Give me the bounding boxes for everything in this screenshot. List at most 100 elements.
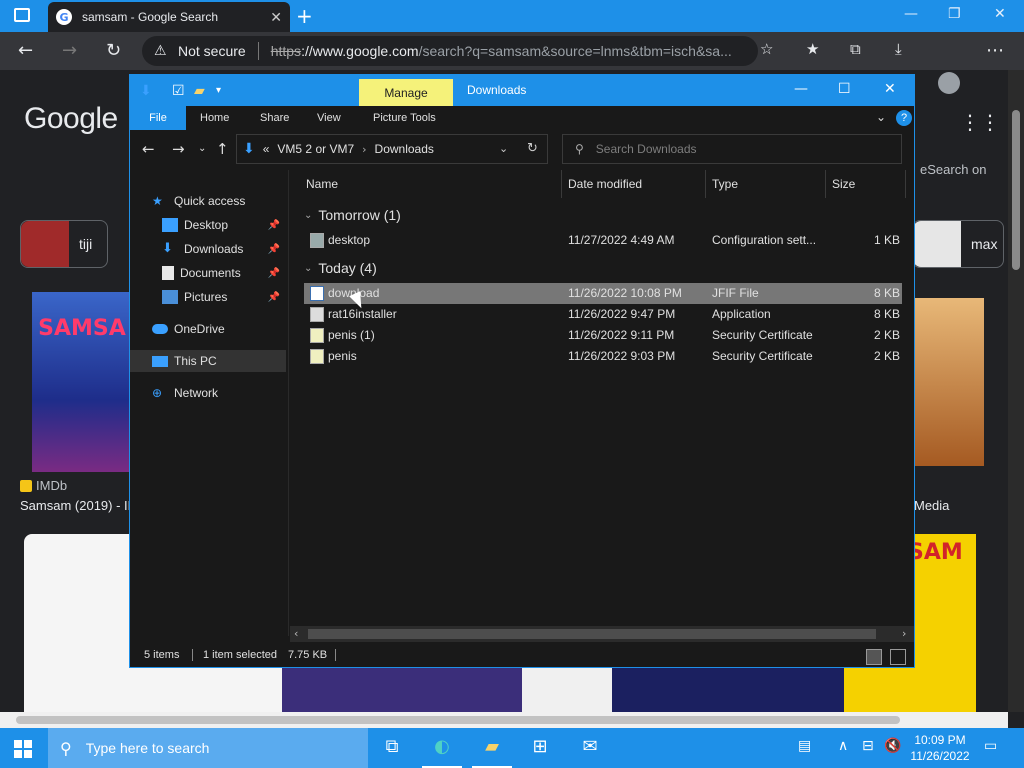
recent-locations-icon[interactable]: ⌄ xyxy=(198,143,206,154)
taskbar-search-input[interactable]: ⚲ Type here to search xyxy=(48,728,368,768)
file-row[interactable]: desktop 11/27/2022 4:49 AM Configuration… xyxy=(304,230,902,251)
scroll-thumb[interactable] xyxy=(308,629,876,639)
result-caption[interactable]: Media xyxy=(914,498,949,513)
add-favorite-icon[interactable]: ☆ xyxy=(760,40,773,58)
breadcrumb-item[interactable]: VM5 2 or VM7 xyxy=(277,142,354,156)
notifications-icon[interactable]: ▭ xyxy=(984,738,997,754)
up-icon[interactable]: ↑ xyxy=(216,140,229,158)
show-hidden-icons-icon[interactable]: ∧ xyxy=(838,738,848,754)
new-folder-icon[interactable]: ▰ xyxy=(194,83,205,99)
explorer-title-bar[interactable]: ⬇ ☑ ▰ ▾ Manage Downloads — ☐ ✕ xyxy=(130,75,914,107)
store-icon[interactable]: ⊞ xyxy=(528,736,552,760)
nav-item-this-pc[interactable]: This PC xyxy=(130,350,286,372)
properties-icon[interactable]: ☑ xyxy=(172,83,185,99)
file-row[interactable]: penis 11/26/2022 9:03 PM Security Certif… xyxy=(304,346,902,367)
file-row[interactable]: download 11/26/2022 10:08 PM JFIF File 8… xyxy=(304,283,902,304)
nav-item-onedrive[interactable]: OneDrive xyxy=(130,318,286,340)
column-header-size[interactable]: Size xyxy=(826,170,906,198)
nav-item-documents[interactable]: Documents 📌 xyxy=(130,262,286,284)
quick-access-toolbar-icon[interactable]: ⬇ xyxy=(140,83,152,99)
safesearch-toggle[interactable]: eSearch on xyxy=(920,162,987,177)
help-icon[interactable]: ? xyxy=(896,110,912,126)
new-tab-button[interactable]: + xyxy=(296,4,313,28)
manage-tab[interactable]: Manage xyxy=(359,79,453,107)
breadcrumb-chevron-icon[interactable]: › xyxy=(362,143,366,156)
back-icon[interactable]: ← xyxy=(18,40,33,61)
news-widget-icon[interactable]: ▤ xyxy=(798,738,811,754)
scroll-thumb[interactable] xyxy=(1012,110,1020,270)
file-list-horizontal-scrollbar[interactable]: ‹ › xyxy=(290,626,914,642)
customize-toolbar-icon[interactable]: ▾ xyxy=(216,85,221,96)
close-tab-icon[interactable]: ✕ xyxy=(270,9,282,26)
edge-browser-icon[interactable]: ◐ xyxy=(430,736,454,760)
pane-divider[interactable] xyxy=(288,170,289,636)
forward-icon[interactable]: → xyxy=(62,40,77,61)
result-image[interactable]: SAMSA xyxy=(32,292,132,472)
result-image[interactable] xyxy=(522,666,612,714)
column-header-name[interactable]: Name xyxy=(290,170,562,198)
nav-item-pictures[interactable]: Pictures 📌 xyxy=(130,286,286,308)
result-caption[interactable]: Samsam (2019) - IM xyxy=(20,498,138,513)
page-horizontal-scrollbar[interactable] xyxy=(0,712,1008,728)
refresh-icon[interactable]: ↻ xyxy=(527,141,538,156)
address-dropdown-icon[interactable]: ⌄ xyxy=(499,142,508,155)
address-bar[interactable]: ⚠ Not secure https://www.google.com/sear… xyxy=(142,36,758,66)
file-explorer-icon[interactable]: ▰ xyxy=(480,736,504,760)
clock-date: 11/26/2022 xyxy=(910,749,970,763)
nav-item-network[interactable]: ⊕ Network xyxy=(130,382,286,404)
tab-picture-tools[interactable]: Picture Tools xyxy=(373,106,436,130)
details-view-icon[interactable] xyxy=(866,649,882,665)
tab-file[interactable]: File xyxy=(130,106,186,130)
group-header-tomorrow[interactable]: ⌄ Tomorrow (1) xyxy=(296,204,401,226)
large-icons-view-icon[interactable] xyxy=(890,649,906,665)
result-image[interactable] xyxy=(912,298,984,466)
close-window-icon[interactable]: ✕ xyxy=(994,6,1006,22)
tab-home[interactable]: Home xyxy=(200,106,229,130)
tab-view[interactable]: View xyxy=(317,106,341,130)
profile-avatar[interactable] xyxy=(938,72,960,94)
scroll-left-icon[interactable]: ‹ xyxy=(294,627,298,640)
tab-actions-icon[interactable] xyxy=(14,8,30,22)
system-clock[interactable]: 10:09 PM 11/26/2022 xyxy=(904,732,976,764)
google-logo[interactable]: Google xyxy=(24,102,118,136)
group-header-today[interactable]: ⌄ Today (4) xyxy=(296,257,377,279)
result-image[interactable] xyxy=(282,666,522,714)
favorites-icon[interactable]: ★ xyxy=(806,40,819,58)
volume-muted-icon[interactable]: 🔇 xyxy=(884,738,901,754)
file-row[interactable]: penis (1) 11/26/2022 9:11 PM Security Ce… xyxy=(304,325,902,346)
file-row[interactable]: rat16installer 11/26/2022 9:47 PM Applic… xyxy=(304,304,902,325)
explorer-address-bar[interactable]: ⬇ « VM5 2 or VM7 › Downloads ⌄ ↻ xyxy=(236,134,548,164)
search-downloads-input[interactable]: ⚲ Search Downloads xyxy=(562,134,902,164)
task-view-icon[interactable]: ⧉ xyxy=(380,736,404,760)
close-icon[interactable]: ✕ xyxy=(884,81,896,97)
tab-share[interactable]: Share xyxy=(260,106,289,130)
column-header-type[interactable]: Type xyxy=(706,170,826,198)
maximize-icon[interactable]: ☐ xyxy=(838,81,851,97)
nav-item-desktop[interactable]: Desktop 📌 xyxy=(130,214,286,236)
nav-item-downloads[interactable]: ⬇ Downloads 📌 xyxy=(130,238,286,260)
forward-icon[interactable]: → xyxy=(172,140,185,158)
back-icon[interactable]: ← xyxy=(142,140,155,158)
overflow-crumb[interactable]: « xyxy=(263,142,270,156)
expand-ribbon-icon[interactable]: ⌄ xyxy=(876,110,886,124)
nav-item-quick-access[interactable]: ★ Quick access xyxy=(130,190,286,212)
collections-icon[interactable]: ⧉ xyxy=(850,40,861,58)
minimize-icon[interactable]: — xyxy=(904,6,918,22)
scroll-right-icon[interactable]: › xyxy=(902,627,906,640)
breadcrumb-item[interactable]: Downloads xyxy=(375,142,434,156)
more-options-icon[interactable]: ⋯ xyxy=(986,40,1004,61)
network-icon[interactable]: ⊟ xyxy=(862,738,874,754)
mail-icon[interactable]: ✉ xyxy=(578,736,602,760)
restore-icon[interactable]: ❐ xyxy=(948,6,961,22)
windows-start-icon[interactable] xyxy=(14,740,32,758)
minimize-icon[interactable]: — xyxy=(794,81,808,97)
refresh-icon[interactable]: ↻ xyxy=(106,40,121,61)
page-vertical-scrollbar[interactable] xyxy=(1008,70,1024,712)
downloads-icon[interactable]: ⤓ xyxy=(895,40,902,58)
result-image[interactable] xyxy=(612,666,844,714)
filter-chip[interactable]: max xyxy=(912,220,1004,268)
filter-chip[interactable]: tiji xyxy=(20,220,108,268)
scroll-thumb[interactable] xyxy=(16,716,900,724)
column-header-date-modified[interactable]: Date modified xyxy=(562,170,706,198)
browser-tab[interactable]: G samsam - Google Search ✕ xyxy=(48,2,290,32)
